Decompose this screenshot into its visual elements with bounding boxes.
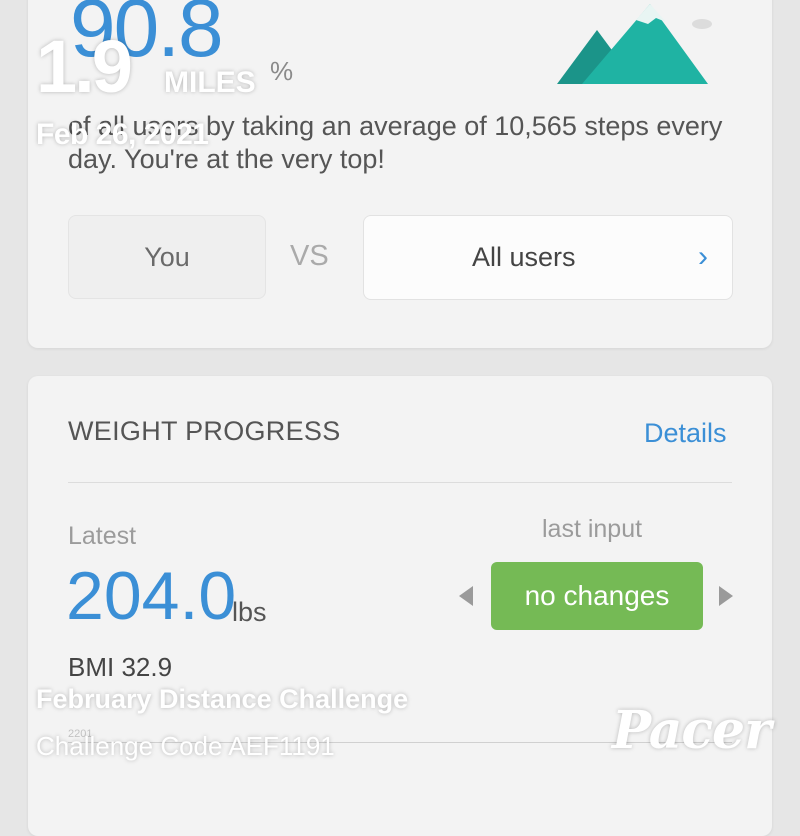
latest-label: Latest xyxy=(68,522,137,550)
change-status-label: no changes xyxy=(524,580,670,611)
challenge-code: Challenge Code AEF1191 xyxy=(36,731,335,761)
percent-sign: % xyxy=(270,56,294,86)
mountain-icon xyxy=(557,4,712,84)
all-users-button[interactable]: All users › xyxy=(363,215,733,300)
weight-unit: lbs xyxy=(232,597,267,627)
date-label: Feb 26, 2021 xyxy=(36,118,209,151)
previous-arrow-icon[interactable] xyxy=(459,586,473,606)
pacer-logo: Pacer xyxy=(612,700,772,761)
vs-label: VS xyxy=(290,240,329,272)
you-label: You xyxy=(144,241,190,272)
divider xyxy=(68,482,732,483)
challenge-name: February Distance Challenge xyxy=(36,684,409,714)
details-link[interactable]: Details xyxy=(644,418,727,449)
distance-value: 1.9 xyxy=(36,25,133,108)
all-users-label: All users xyxy=(472,242,576,272)
weight-progress-title: WEIGHT PROGRESS xyxy=(68,416,341,446)
distance-unit: MILES xyxy=(164,66,256,99)
bmi-value: BMI 32.9 xyxy=(68,652,173,682)
chevron-right-icon: › xyxy=(698,240,708,273)
next-arrow-icon[interactable] xyxy=(719,586,733,606)
change-status-badge: no changes xyxy=(491,562,703,630)
you-button[interactable]: You xyxy=(68,215,266,299)
last-input-label: last input xyxy=(542,515,643,543)
weight-value: 204.0 xyxy=(66,558,237,634)
